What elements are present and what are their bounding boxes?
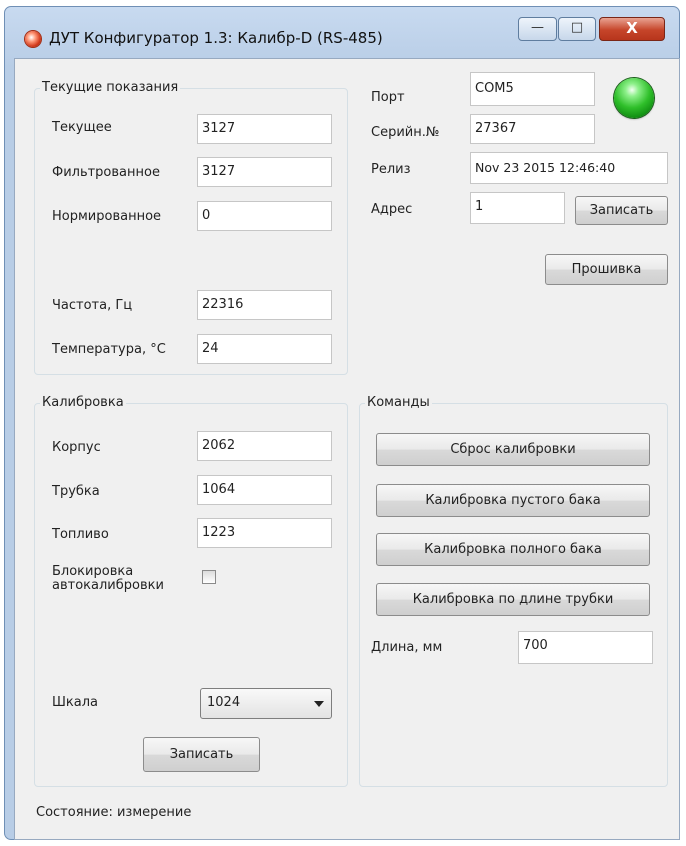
frequency-label: Частота, Гц bbox=[52, 298, 133, 313]
title-bar[interactable]: ДУТ Конфигуратор 1.3: Калибр-D (RS-485) … bbox=[5, 7, 679, 65]
address-write-button[interactable]: Записать bbox=[575, 196, 668, 225]
current-field[interactable]: 3127 bbox=[197, 114, 332, 144]
calibrate-tube-length-button[interactable]: Калибровка по длине трубки bbox=[376, 583, 650, 616]
calibration-group-title: Калибровка bbox=[40, 395, 126, 410]
release-label: Релиз bbox=[371, 162, 411, 177]
port-field[interactable]: COM5 bbox=[470, 72, 595, 106]
calibrate-empty-tank-button[interactable]: Калибровка пустого бака bbox=[376, 484, 650, 517]
autocal-label: Блокировка автокалибровки bbox=[52, 565, 164, 593]
minimize-icon: — bbox=[531, 20, 544, 35]
close-button[interactable]: X bbox=[599, 17, 665, 41]
reset-calibration-button[interactable]: Сброс калибровки bbox=[376, 433, 650, 466]
length-label: Длина, мм bbox=[371, 640, 443, 655]
scale-select[interactable]: 1024 bbox=[200, 688, 332, 719]
serial-field[interactable]: 27367 bbox=[470, 114, 595, 144]
calibrate-full-tank-button[interactable]: Калибровка полного бака bbox=[376, 533, 650, 566]
address-label: Адрес bbox=[371, 202, 413, 217]
window-title: ДУТ Конфигуратор 1.3: Калибр-D (RS-485) bbox=[49, 29, 383, 47]
autocal-label-line2: автокалибровки bbox=[52, 578, 164, 593]
normalized-field[interactable]: 0 bbox=[197, 201, 332, 231]
fuel-label: Топливо bbox=[52, 527, 109, 542]
port-label: Порт bbox=[371, 90, 405, 105]
calibration-write-button[interactable]: Записать bbox=[143, 737, 260, 772]
temperature-field[interactable]: 24 bbox=[197, 334, 332, 364]
autocal-label-line1: Блокировка bbox=[52, 564, 134, 579]
connection-led-icon bbox=[614, 78, 654, 118]
status-text: Состояние: измерение bbox=[36, 805, 192, 820]
release-field[interactable]: Nov 23 2015 12:46:40 bbox=[470, 152, 668, 184]
firmware-button[interactable]: Прошивка bbox=[545, 254, 668, 285]
current-label: Текущее bbox=[52, 120, 112, 135]
filtered-field[interactable]: 3127 bbox=[197, 157, 332, 187]
scale-label: Шкала bbox=[52, 695, 98, 710]
chevron-down-icon bbox=[314, 701, 324, 707]
commands-group-title: Команды bbox=[365, 395, 432, 410]
maximize-icon: □ bbox=[570, 20, 584, 35]
normalized-label: Нормированное bbox=[52, 209, 162, 224]
tube-field[interactable]: 1064 bbox=[197, 475, 332, 505]
tube-label: Трубка bbox=[52, 484, 100, 499]
frequency-field[interactable]: 22316 bbox=[197, 290, 332, 320]
readings-group-title: Текущие показания bbox=[40, 80, 181, 95]
app-icon[interactable] bbox=[25, 31, 41, 47]
close-icon: X bbox=[626, 19, 638, 37]
minimize-button[interactable]: — bbox=[518, 17, 557, 41]
length-field[interactable]: 700 bbox=[518, 631, 653, 664]
body-field[interactable]: 2062 bbox=[197, 431, 332, 461]
temperature-label: Температура, °С bbox=[52, 342, 166, 357]
serial-label: Серийн.№ bbox=[371, 125, 440, 140]
autocal-checkbox[interactable] bbox=[202, 570, 216, 584]
filtered-label: Фильтрованное bbox=[52, 165, 160, 180]
body-label: Корпус bbox=[52, 440, 101, 455]
scale-selected-value: 1024 bbox=[207, 695, 241, 710]
maximize-button[interactable]: □ bbox=[558, 17, 596, 41]
address-field[interactable]: 1 bbox=[470, 192, 565, 224]
fuel-field[interactable]: 1223 bbox=[197, 518, 332, 548]
